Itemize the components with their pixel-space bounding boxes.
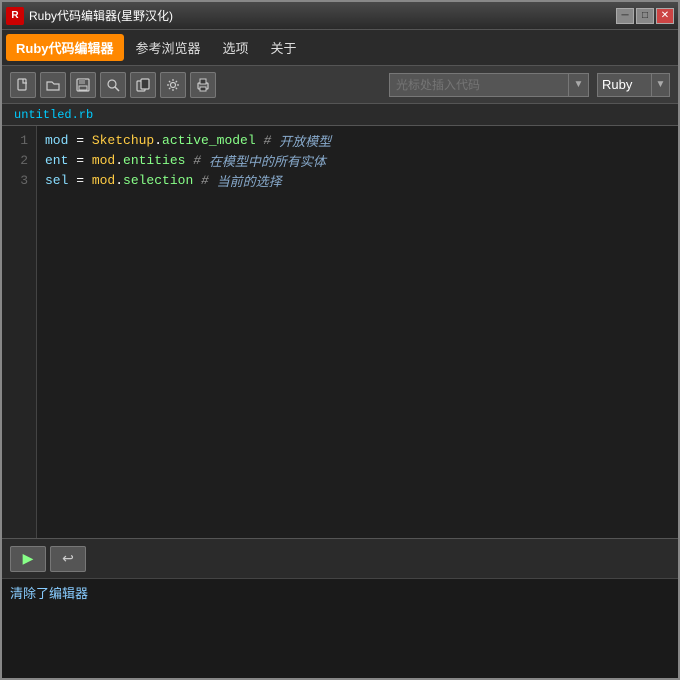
save-file-button[interactable] xyxy=(70,72,96,98)
code-editor[interactable]: mod = Sketchup . active_model # 开放模型 ent… xyxy=(37,126,678,538)
window-controls: ─ □ ✕ xyxy=(616,8,674,24)
menu-item-editor[interactable]: Ruby代码编辑器 xyxy=(6,34,124,61)
open-file-button[interactable] xyxy=(40,72,66,98)
file-tab-name: untitled.rb xyxy=(14,108,93,122)
code-eq-1: = xyxy=(68,133,91,148)
search-area: ▼ xyxy=(389,73,589,97)
code-comment-zh-2: 在模型中的所有实体 xyxy=(209,151,326,170)
run-icon: ▶ xyxy=(23,550,34,567)
code-obj-mod-2: mod xyxy=(92,153,115,168)
file-tab[interactable]: untitled.rb xyxy=(2,104,678,126)
code-obj-mod-3: mod xyxy=(92,173,115,188)
back-icon: ↩ xyxy=(62,550,74,567)
language-dropdown[interactable]: ▼ xyxy=(652,73,670,97)
settings-button[interactable] xyxy=(160,72,186,98)
editor-area: untitled.rb 1 2 3 mod = Sketchup . activ… xyxy=(2,104,678,538)
code-method-entities: entities xyxy=(123,153,185,168)
code-method-active: active_model xyxy=(162,133,256,148)
app-icon: R xyxy=(6,7,24,25)
close-button[interactable]: ✕ xyxy=(656,8,674,24)
code-container: 1 2 3 mod = Sketchup . active_model # 开放… xyxy=(2,126,678,538)
status-text: 清除了编辑器 xyxy=(10,586,88,601)
code-line-3: sel = mod . selection # 当前的选择 xyxy=(45,170,670,190)
menu-item-browser[interactable]: 参考浏览器 xyxy=(126,34,211,61)
code-line-2: ent = mod . entities # 在模型中的所有实体 xyxy=(45,150,670,170)
menu-item-about[interactable]: 关于 xyxy=(261,34,307,61)
code-comment-zh-1: 开放模型 xyxy=(279,131,331,150)
language-input[interactable] xyxy=(597,73,652,97)
find-button[interactable] xyxy=(100,72,126,98)
language-selector: ▼ xyxy=(597,73,670,97)
back-button[interactable]: ↩ xyxy=(50,546,86,572)
print-button[interactable] xyxy=(190,72,216,98)
menu-bar: Ruby代码编辑器 参考浏览器 选项 关于 xyxy=(2,30,678,66)
line-number-3: 3 xyxy=(2,170,36,190)
window-title: Ruby代码编辑器(星野汉化) xyxy=(29,7,173,24)
title-bar: R Ruby代码编辑器(星野汉化) ─ □ ✕ xyxy=(2,2,678,30)
line-number-2: 2 xyxy=(2,150,36,170)
code-comment-2: # xyxy=(185,153,208,168)
code-eq-2: = xyxy=(68,153,91,168)
minimize-button[interactable]: ─ xyxy=(616,8,634,24)
search-dropdown[interactable]: ▼ xyxy=(569,73,589,97)
code-var-mod: mod xyxy=(45,133,68,148)
menu-item-options[interactable]: 选项 xyxy=(213,34,259,61)
code-line-1: mod = Sketchup . active_model # 开放模型 xyxy=(45,130,670,150)
main-window: R Ruby代码编辑器(星野汉化) ─ □ ✕ Ruby代码编辑器 参考浏览器 … xyxy=(0,0,680,680)
maximize-button[interactable]: □ xyxy=(636,8,654,24)
code-dot-3: . xyxy=(115,173,123,188)
toolbar: ▼ ▼ xyxy=(2,66,678,104)
code-method-selection: selection xyxy=(123,173,193,188)
status-bar: 清除了编辑器 xyxy=(2,578,678,678)
code-dot-2: . xyxy=(115,153,123,168)
search-input[interactable] xyxy=(389,73,569,97)
bottom-toolbar: ▶ ↩ xyxy=(2,538,678,578)
code-obj-sketchup: Sketchup xyxy=(92,133,154,148)
code-var-sel: sel xyxy=(45,173,68,188)
line-numbers: 1 2 3 xyxy=(2,126,37,538)
new-file-button[interactable] xyxy=(10,72,36,98)
code-eq-3: = xyxy=(68,173,91,188)
code-comment-3: # xyxy=(193,173,216,188)
code-comment-1: # xyxy=(256,133,279,148)
code-comment-zh-3: 当前的选择 xyxy=(217,171,282,190)
copy-button[interactable] xyxy=(130,72,156,98)
code-dot-1: . xyxy=(154,133,162,148)
title-bar-left: R Ruby代码编辑器(星野汉化) xyxy=(6,7,173,25)
line-number-1: 1 xyxy=(2,130,36,150)
code-var-ent: ent xyxy=(45,153,68,168)
run-button[interactable]: ▶ xyxy=(10,546,46,572)
